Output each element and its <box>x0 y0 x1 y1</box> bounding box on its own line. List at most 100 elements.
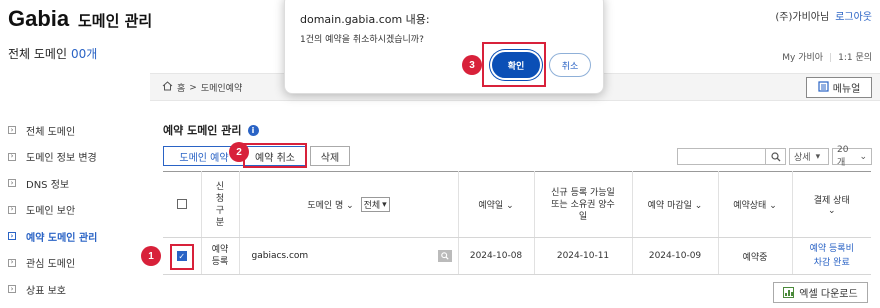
page-title-text: 예약 도메인 관리 <box>163 124 242 137</box>
app-title: 도메인 관리 <box>78 12 153 30</box>
select-all-checkbox[interactable] <box>176 199 187 210</box>
confirm-cancel-button[interactable]: 취소 <box>549 53 591 77</box>
manual-icon <box>818 80 829 95</box>
column-status-label: 예약상태 <box>733 201 767 211</box>
column-domain: 도메인 명 ⌄ 전체 ▾ <box>239 171 459 238</box>
step-badge-2: 2 <box>229 142 249 162</box>
row-available-date: 2024-10-11 <box>534 237 633 275</box>
row-type-value: 예약 등록 <box>211 245 229 267</box>
column-type: 신 청 구 분 <box>201 171 240 238</box>
column-deadline-label: 예약 마감일 <box>647 201 692 211</box>
sort-select[interactable]: 상세 ▾ <box>789 148 829 165</box>
manual-button[interactable]: 메뉴얼 <box>806 77 872 98</box>
sidebar-item-dns[interactable]: › DNS 정보 <box>0 170 150 197</box>
column-reserve-date[interactable]: 예약일 ⌄ <box>458 171 535 238</box>
total-domains-count[interactable]: 00개 <box>71 47 97 61</box>
page-title: 예약 도메인 관리 i <box>163 122 259 138</box>
row-type: 예약 등록 <box>201 237 240 275</box>
sidebar-item-label: 도메인 정보 변경 <box>26 153 97 165</box>
row-payment: 예약 등록비 차감 완료 <box>792 237 871 275</box>
row-payment-value[interactable]: 예약 등록비 차감 완료 <box>810 242 854 270</box>
breadcrumb: 홈 > 도메인예약 <box>162 81 242 94</box>
row-domain-value: gabiacs.com <box>251 251 309 261</box>
column-status[interactable]: 예약상태 ⌄ <box>718 171 793 238</box>
reservation-table: 신 청 구 분 도메인 명 ⌄ 전체 ▾ 예약일 ⌄ 신규 등록 가능일 또는 소… <box>163 171 871 275</box>
step-badge-3: 3 <box>462 55 482 75</box>
dialog-title: domain.gabia.com 내용: <box>300 13 430 26</box>
sidebar-item-all-domains[interactable]: › 전체 도메인 <box>0 117 150 144</box>
step-badge-1: 1 <box>141 246 161 266</box>
breadcrumb-home[interactable]: 홈 <box>177 81 185 94</box>
home-icon[interactable] <box>162 81 173 94</box>
confirm-dialog: domain.gabia.com 내용: 1건의 예약을 취소하시겠습니까? 확… <box>284 0 604 94</box>
search-button[interactable] <box>765 149 785 164</box>
chevron-right-icon: › <box>8 285 16 294</box>
chevron-down-icon: ▾ <box>382 199 387 210</box>
chevron-right-icon: › <box>8 152 16 161</box>
domain-filter-value: 전체 <box>363 201 381 211</box>
sidebar-item-label: 도메인 보안 <box>26 206 76 218</box>
domain-filter-select[interactable]: 전체 ▾ <box>360 197 390 212</box>
highlight-row-checkbox <box>170 244 194 270</box>
excel-download-label: 엑셀 다운로드 <box>799 289 858 300</box>
domain-search-icon[interactable] <box>437 250 452 262</box>
row-deadline: 2024-10-09 <box>632 237 719 275</box>
sort-icon: ⌄ <box>694 201 703 211</box>
sidebar-item-trademark[interactable]: › 상표 보호 <box>0 276 150 303</box>
inquiry-link[interactable]: 1:1 문의 <box>838 53 872 63</box>
sidebar: › 전체 도메인 › 도메인 정보 변경 › DNS 정보 › 도메인 보안 › 예약 도… <box>0 117 150 303</box>
excel-download-button[interactable]: 엑셀 다운로드 <box>773 282 868 303</box>
total-domains: 전체 도메인 00개 <box>8 45 97 62</box>
column-available-date[interactable]: 신규 등록 가능일 또는 소유권 양수 일 <box>534 171 633 238</box>
delete-button[interactable]: 삭제 <box>310 146 350 166</box>
column-available-date-label: 신규 등록 가능일 또는 소유권 양수 일 <box>551 187 615 222</box>
row-domain: gabiacs.com <box>239 237 459 275</box>
breadcrumb-separator: > <box>189 82 197 93</box>
manual-button-label: 메뉴얼 <box>832 84 861 95</box>
sidebar-item-reserved-domains[interactable]: › 예약 도메인 관리 <box>0 223 150 250</box>
sidebar-item-label: 상표 보호 <box>26 285 66 297</box>
breadcrumb-current: 도메인예약 <box>200 84 243 94</box>
column-deadline[interactable]: 예약 마감일 ⌄ <box>632 171 719 238</box>
logout-link[interactable]: 로그아웃 <box>835 12 872 23</box>
page-size-value: 20개 <box>837 145 849 168</box>
search-icon <box>770 147 781 166</box>
sidebar-item-security[interactable]: › 도메인 보안 <box>0 197 150 224</box>
chevron-right-icon: › <box>8 232 16 241</box>
sidebar-item-label: 예약 도메인 관리 <box>26 232 98 244</box>
sort-icon[interactable]: ⌄ <box>346 201 354 211</box>
page-size-select[interactable]: 20개 ⌄ <box>832 145 872 168</box>
select-all-cell <box>163 171 202 238</box>
page-root: Gabia 도메인 관리 전체 도메인 00개 (주)가비아님 로그아웃 My 가비… <box>0 0 880 308</box>
highlight-cancel-reservation <box>243 143 307 168</box>
chevron-right-icon: › <box>8 205 16 214</box>
sidebar-item-label: 관심 도메인 <box>26 259 76 271</box>
sidebar-item-watchlist[interactable]: › 관심 도메인 <box>0 250 150 277</box>
sort-icon: ⌄ <box>827 206 836 216</box>
gabia-logo[interactable]: Gabia <box>8 6 69 32</box>
user-name: (주)가비아님 <box>775 12 830 23</box>
column-payment-label: 결제 상태 <box>813 196 850 206</box>
sort-icon: ⌄ <box>769 201 777 211</box>
column-reserve-date-label: 예약일 <box>478 201 504 211</box>
column-type-label: 신 청 구 분 <box>215 181 225 228</box>
sort-icon: ⌄ <box>506 201 514 211</box>
column-payment[interactable]: 결제 상태 ⌄ <box>792 171 871 238</box>
info-icon[interactable]: i <box>247 124 259 136</box>
sidebar-item-label: DNS 정보 <box>26 179 70 191</box>
search-input[interactable] <box>678 149 765 164</box>
chevron-right-icon: › <box>8 179 16 188</box>
total-domains-label: 전체 도메인 <box>8 47 68 61</box>
my-gabia-link[interactable]: My 가비아 <box>782 53 823 63</box>
row-reserve-date: 2024-10-08 <box>458 237 535 275</box>
divider: | <box>829 53 833 63</box>
highlight-confirm-ok <box>482 42 546 87</box>
sidebar-item-domain-info[interactable]: › 도메인 정보 변경 <box>0 144 150 171</box>
row-status: 예약중 <box>718 237 793 275</box>
chevron-down-icon: ▾ <box>815 151 821 162</box>
search-box <box>677 148 786 165</box>
table-header-row: 신 청 구 분 도메인 명 ⌄ 전체 ▾ 예약일 ⌄ 신규 등록 가능일 또는 소… <box>163 171 871 238</box>
sidebar-item-label: 전체 도메인 <box>26 126 76 138</box>
column-domain-label: 도메인 명 <box>307 201 344 211</box>
top-links: My 가비아 | 1:1 문의 <box>782 50 872 63</box>
